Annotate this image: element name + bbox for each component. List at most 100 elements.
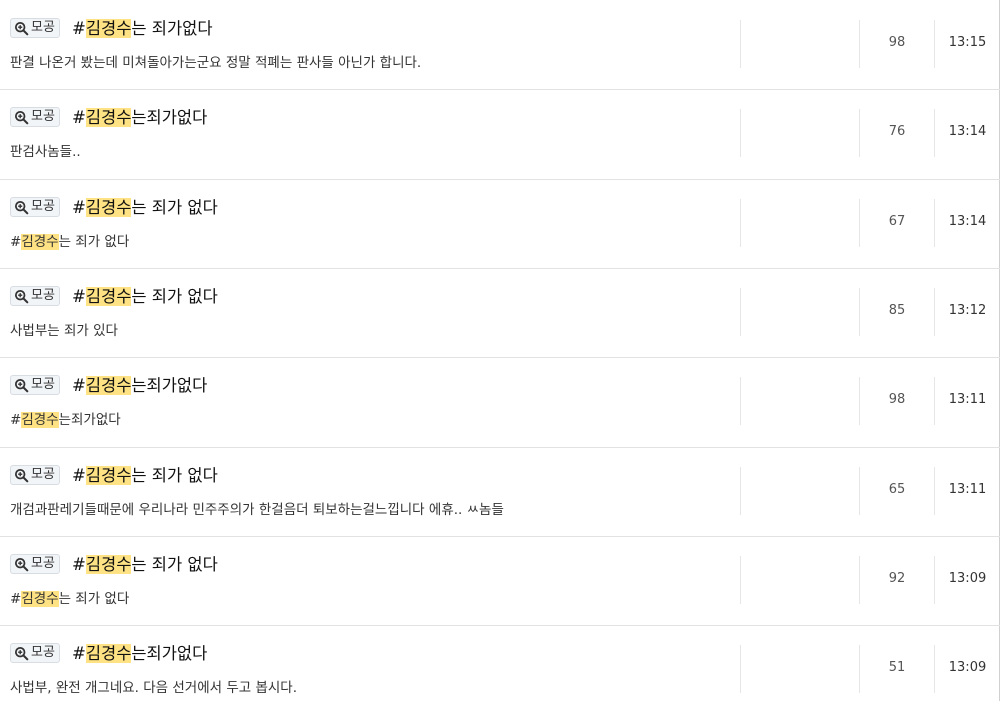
post-title[interactable]: #김경수는 죄가 없다 <box>72 286 218 308</box>
excerpt-prefix: # <box>10 591 22 607</box>
column-divider <box>740 20 741 68</box>
post-time: 13:11 <box>948 482 987 497</box>
post-title[interactable]: #김경수는 죄가 없다 <box>72 197 218 219</box>
title-suffix: 는죄가없다 <box>131 644 208 663</box>
view-count: 98 <box>888 392 906 407</box>
post-row[interactable]: 모공 #김경수는죄가없다 사법부, 완전 개그네요. 다음 선거에서 두고 봅시… <box>0 625 1000 701</box>
title-prefix: # <box>72 198 86 217</box>
title-keyword-highlight: 김경수 <box>85 198 132 217</box>
column-divider <box>740 467 741 515</box>
post-time: 13:15 <box>948 35 987 50</box>
board-tag[interactable]: 모공 <box>10 286 60 306</box>
board-tag[interactable]: 모공 <box>10 197 60 217</box>
board-tag[interactable]: 모공 <box>10 465 60 485</box>
magnifier-plus-icon <box>14 468 29 482</box>
excerpt-suffix: 는죄가없다 <box>58 412 121 428</box>
post-excerpt[interactable]: 사법부, 완전 개그네요. 다음 선거에서 두고 봅시다. <box>10 679 297 697</box>
title-keyword-highlight: 김경수 <box>85 466 132 485</box>
title-prefix: # <box>72 19 86 38</box>
post-time: 13:12 <box>948 303 987 318</box>
post-title[interactable]: #김경수는 죄가 없다 <box>72 554 218 576</box>
board-tag-label: 모공 <box>31 288 55 303</box>
view-count: 65 <box>888 482 906 497</box>
title-prefix: # <box>72 287 86 306</box>
board-tag-label: 모공 <box>31 467 55 482</box>
title-prefix: # <box>72 466 86 485</box>
title-prefix: # <box>72 376 86 395</box>
board-tag-label: 모공 <box>31 199 55 214</box>
column-divider <box>740 199 741 247</box>
excerpt-prefix: 사법부, 완전 개그네요. 다음 선거에서 두고 봅시다. <box>10 680 298 696</box>
title-suffix: 는 죄가 없다 <box>131 198 218 217</box>
post-row[interactable]: 모공 #김경수는 죄가 없다 #김경수는 죄가 없다 67 13:14 <box>0 179 1000 269</box>
excerpt-keyword-highlight: 김경수 <box>21 234 59 250</box>
post-time: 13:09 <box>948 571 987 586</box>
board-tag-label: 모공 <box>31 109 55 124</box>
post-title[interactable]: #김경수는 죄가없다 <box>72 18 213 40</box>
post-excerpt[interactable]: #김경수는 죄가 없다 <box>10 233 129 251</box>
post-excerpt[interactable]: #김경수는죄가없다 <box>10 411 121 429</box>
post-excerpt[interactable]: 사법부는 죄가 있다 <box>10 322 118 340</box>
post-row[interactable]: 모공 #김경수는죄가없다 #김경수는죄가없다 98 13:11 <box>0 357 1000 448</box>
title-keyword-highlight: 김경수 <box>85 19 132 38</box>
excerpt-prefix: 사법부는 죄가 있다 <box>10 323 118 339</box>
title-suffix: 는 죄가 없다 <box>131 555 218 574</box>
post-time: 13:14 <box>948 214 987 229</box>
post-row[interactable]: 모공 #김경수는 죄가 없다 개검과판레기들때문에 우리나라 민주주의가 한걸음… <box>0 447 1000 537</box>
post-title[interactable]: #김경수는죄가없다 <box>72 107 207 129</box>
excerpt-prefix: # <box>10 234 22 250</box>
excerpt-suffix: 는 죄가 없다 <box>58 234 130 250</box>
magnifier-plus-icon <box>14 110 29 124</box>
title-suffix: 는 죄가없다 <box>131 19 213 38</box>
magnifier-plus-icon <box>14 289 29 303</box>
board-tag[interactable]: 모공 <box>10 375 60 395</box>
magnifier-plus-icon <box>14 646 29 660</box>
post-title[interactable]: #김경수는죄가없다 <box>72 643 207 665</box>
column-divider <box>740 645 741 693</box>
magnifier-plus-icon <box>14 378 29 392</box>
board-tag-label: 모공 <box>31 377 55 392</box>
column-divider <box>740 556 741 604</box>
title-keyword-highlight: 김경수 <box>85 644 132 663</box>
board-tag[interactable]: 모공 <box>10 18 60 38</box>
post-excerpt[interactable]: 판검사놈들.. <box>10 143 81 161</box>
title-keyword-highlight: 김경수 <box>85 287 132 306</box>
post-row[interactable]: 모공 #김경수는 죄가 없다 사법부는 죄가 있다 85 13:12 <box>0 268 1000 358</box>
post-row[interactable]: 모공 #김경수는 죄가없다 판결 나온거 봤는데 미쳐돌아가는군요 정말 적폐는… <box>0 0 1000 90</box>
excerpt-prefix: 판검사놈들.. <box>10 144 81 160</box>
view-count: 67 <box>888 214 906 229</box>
title-suffix: 는죄가없다 <box>131 376 208 395</box>
title-suffix: 는죄가없다 <box>131 108 208 127</box>
title-keyword-highlight: 김경수 <box>85 376 132 395</box>
excerpt-keyword-highlight: 김경수 <box>21 412 59 428</box>
post-title[interactable]: #김경수는 죄가 없다 <box>72 465 218 487</box>
view-count: 76 <box>888 124 906 139</box>
post-excerpt[interactable]: 개검과판레기들때문에 우리나라 민주주의가 한걸음더 퇴보하는걸느낍니다 에휴.… <box>10 501 504 519</box>
title-suffix: 는 죄가 없다 <box>131 287 218 306</box>
column-divider <box>740 288 741 336</box>
title-prefix: # <box>72 644 86 663</box>
view-count: 98 <box>888 35 906 50</box>
board-tag[interactable]: 모공 <box>10 643 60 663</box>
post-time: 13:14 <box>948 124 987 139</box>
post-row[interactable]: 모공 #김경수는 죄가 없다 #김경수는 죄가 없다 92 13:09 <box>0 536 1000 626</box>
board-tag[interactable]: 모공 <box>10 107 60 127</box>
board-tag-label: 모공 <box>31 645 55 660</box>
post-list: 모공 #김경수는 죄가없다 판결 나온거 봤는데 미쳐돌아가는군요 정말 적폐는… <box>0 0 1000 701</box>
magnifier-plus-icon <box>14 557 29 571</box>
board-tag-label: 모공 <box>31 556 55 571</box>
title-prefix: # <box>72 555 86 574</box>
board-tag[interactable]: 모공 <box>10 554 60 574</box>
post-title[interactable]: #김경수는죄가없다 <box>72 375 207 397</box>
column-divider <box>740 377 741 425</box>
excerpt-prefix: # <box>10 412 22 428</box>
column-divider <box>740 109 741 157</box>
post-excerpt[interactable]: 판결 나온거 봤는데 미쳐돌아가는군요 정말 적폐는 판사들 아닌가 합니다. <box>10 54 421 72</box>
post-excerpt[interactable]: #김경수는 죄가 없다 <box>10 590 129 608</box>
board-tag-label: 모공 <box>31 20 55 35</box>
post-row[interactable]: 모공 #김경수는죄가없다 판검사놈들.. 76 13:14 <box>0 89 1000 180</box>
title-prefix: # <box>72 108 86 127</box>
excerpt-suffix: 는 죄가 없다 <box>58 591 130 607</box>
magnifier-plus-icon <box>14 21 29 35</box>
post-time: 13:09 <box>948 660 987 675</box>
